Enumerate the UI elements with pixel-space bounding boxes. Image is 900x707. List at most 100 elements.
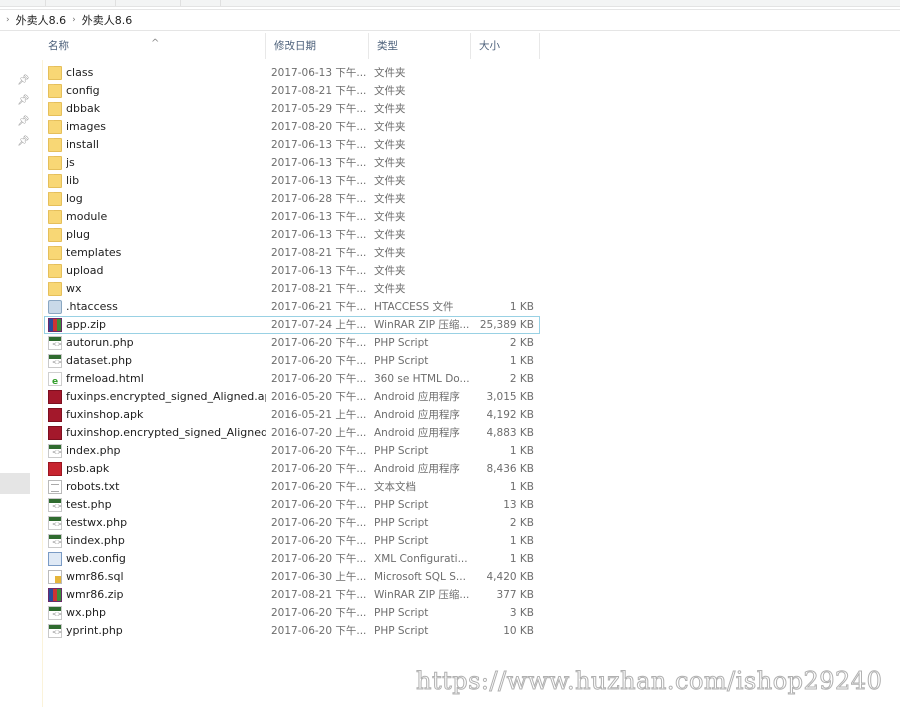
file-row[interactable]: testwx.php 2017-06-20 下午... PHP Script 2 KB	[44, 514, 540, 532]
file-row[interactable]: wx.php 2017-06-20 下午... PHP Script 3 KB	[44, 604, 540, 622]
file-row[interactable]: .htaccess 2017-06-21 下午... HTACCESS 文件 1 KB	[44, 298, 540, 316]
folder-row[interactable]: templates 2017-08-21 下午... 文件夹	[44, 244, 540, 262]
file-date: 2016-07-20 上午...	[271, 427, 367, 439]
file-type: PHP Script	[374, 355, 429, 367]
icon-glyph	[48, 480, 62, 494]
pin-icon[interactable]: 📌︎	[17, 96, 30, 106]
file-date: 2017-06-20 下午...	[271, 445, 367, 457]
file-list: class 2017-06-13 下午... 文件夹 config 2017-08-21…	[44, 64, 540, 640]
file-row[interactable]: robots.txt 2017-06-20 下午... 文本文档 1 KB	[44, 478, 540, 496]
file-row[interactable]: fuxinshop.encrypted_signed_Aligned.... 20…	[44, 424, 540, 442]
folder-icon	[48, 192, 62, 206]
folder-icon	[48, 84, 62, 98]
folder-icon	[48, 138, 62, 152]
file-date: 2017-08-21 下午...	[271, 85, 367, 97]
file-date: 2017-06-20 下午...	[271, 373, 367, 385]
file-size	[474, 244, 534, 262]
file-row[interactable]: autorun.php 2017-06-20 下午... PHP Script 2 K…	[44, 334, 540, 352]
file-type: PHP Script	[374, 517, 429, 529]
chevron-right-icon[interactable]: ›	[6, 15, 10, 25]
file-row[interactable]: fuxinps.encrypted_signed_Aligned.apk 2016…	[44, 388, 540, 406]
folder-row[interactable]: class 2017-06-13 下午... 文件夹	[44, 64, 540, 82]
file-type: Android 应用程序	[374, 409, 460, 421]
file-type: 文件夹	[374, 85, 406, 97]
file-type: 文件夹	[374, 121, 406, 133]
file-name: plug	[66, 228, 90, 241]
folder-row[interactable]: upload 2017-06-13 下午... 文件夹	[44, 262, 540, 280]
file-type: WinRAR ZIP 压缩...	[374, 589, 470, 601]
pane-divider[interactable]	[42, 60, 43, 707]
folder-row[interactable]: config 2017-08-21 下午... 文件夹	[44, 82, 540, 100]
file-date: 2017-06-20 下午...	[271, 535, 367, 547]
folder-icon	[48, 228, 62, 242]
file-row[interactable]: tindex.php 2017-06-20 下午... PHP Script 1 KB	[44, 532, 540, 550]
column-header-name[interactable]: 名称 ^	[40, 33, 266, 59]
file-size: 2 KB	[509, 517, 534, 529]
folder-row[interactable]: dbbak 2017-05-29 下午... 文件夹	[44, 100, 540, 118]
file-row[interactable]: wmr86.sql 2017-06-30 上午... Microsoft SQL S…	[44, 568, 540, 586]
column-header-type[interactable]: 类型	[369, 33, 471, 59]
address-bar[interactable]: › 外卖人8.6 › 外卖人8.6	[0, 9, 900, 31]
pin-icon[interactable]: 📌︎	[17, 137, 30, 147]
apk-file-icon	[48, 390, 62, 404]
file-size	[474, 280, 534, 298]
file-name: tindex.php	[66, 534, 125, 547]
navigation-pane: 📌︎ 📌︎ 📌︎ 📌︎	[0, 60, 40, 707]
folder-row[interactable]: module 2017-06-13 下午... 文件夹	[44, 208, 540, 226]
file-row[interactable]: web.config 2017-06-20 下午... XML Configurat…	[44, 550, 540, 568]
file-name: dataset.php	[66, 354, 133, 367]
column-label: 大小	[479, 40, 500, 52]
breadcrumb-item[interactable]: 外卖人8.6	[82, 12, 133, 28]
file-row[interactable]: dataset.php 2017-06-20 下午... PHP Script 1 K…	[44, 352, 540, 370]
php-file-icon	[48, 516, 62, 530]
htaccess-file-icon	[48, 300, 62, 314]
folder-row[interactable]: wx 2017-08-21 下午... 文件夹	[44, 280, 540, 298]
php-file-icon	[48, 444, 62, 458]
icon-glyph	[48, 336, 62, 350]
file-row[interactable]: index.php 2017-06-20 下午... PHP Script 1 KB	[44, 442, 540, 460]
file-date: 2017-06-13 下午...	[271, 229, 367, 241]
file-row[interactable]: yprint.php 2017-06-20 下午... PHP Script 10 K…	[44, 622, 540, 640]
folder-row[interactable]: images 2017-08-20 下午... 文件夹	[44, 118, 540, 136]
file-date: 2017-06-20 下午...	[271, 499, 367, 511]
chevron-right-icon[interactable]: ›	[72, 15, 76, 25]
sql-file-icon	[48, 570, 62, 584]
file-row[interactable]: psb.apk 2017-06-20 下午... Android 应用程序 8,436…	[44, 460, 540, 478]
file-row[interactable]: fuxinshop.apk 2016-05-21 上午... Android 应用程…	[44, 406, 540, 424]
file-name: wmr86.sql	[66, 570, 124, 583]
icon-glyph	[48, 246, 62, 260]
pin-icon[interactable]: 📌︎	[17, 117, 30, 127]
file-size	[474, 262, 534, 280]
file-type: 文件夹	[374, 211, 406, 223]
nav-selected-item[interactable]	[0, 473, 30, 494]
file-size	[474, 172, 534, 190]
folder-row[interactable]: js 2017-06-13 下午... 文件夹	[44, 154, 540, 172]
pin-icon[interactable]: 📌︎	[17, 76, 30, 86]
file-type: 文本文档	[374, 481, 416, 493]
text-file-icon	[48, 480, 62, 494]
icon-glyph	[48, 588, 62, 602]
file-size: 377 KB	[496, 589, 534, 601]
file-type: 文件夹	[374, 139, 406, 151]
file-name: web.config	[66, 552, 126, 565]
folder-row[interactable]: lib 2017-06-13 下午... 文件夹	[44, 172, 540, 190]
column-header-size[interactable]: 大小	[471, 33, 540, 59]
config-file-icon	[48, 552, 62, 566]
folder-icon	[48, 264, 62, 278]
file-row[interactable]: frmeload.html 2017-06-20 下午... 360 se HTML…	[44, 370, 540, 388]
file-row[interactable]: test.php 2017-06-20 下午... PHP Script 13 KB	[44, 496, 540, 514]
breadcrumb-item[interactable]: 外卖人8.6	[16, 12, 67, 28]
folder-row[interactable]: plug 2017-06-13 下午... 文件夹	[44, 226, 540, 244]
file-size: 1 KB	[509, 535, 534, 547]
file-row[interactable]: app.zip 2017-07-24 上午... WinRAR ZIP 压缩... 2…	[44, 316, 540, 334]
php-file-icon	[48, 336, 62, 350]
file-size	[474, 208, 534, 226]
folder-row[interactable]: log 2017-06-28 下午... 文件夹	[44, 190, 540, 208]
file-name: js	[66, 156, 75, 169]
file-type: 文件夹	[374, 103, 406, 115]
file-size	[474, 64, 534, 82]
folder-row[interactable]: install 2017-06-13 下午... 文件夹	[44, 136, 540, 154]
column-header-date[interactable]: 修改日期	[266, 33, 369, 59]
file-row[interactable]: wmr86.zip 2017-08-21 下午... WinRAR ZIP 压缩..…	[44, 586, 540, 604]
icon-glyph	[48, 408, 62, 422]
